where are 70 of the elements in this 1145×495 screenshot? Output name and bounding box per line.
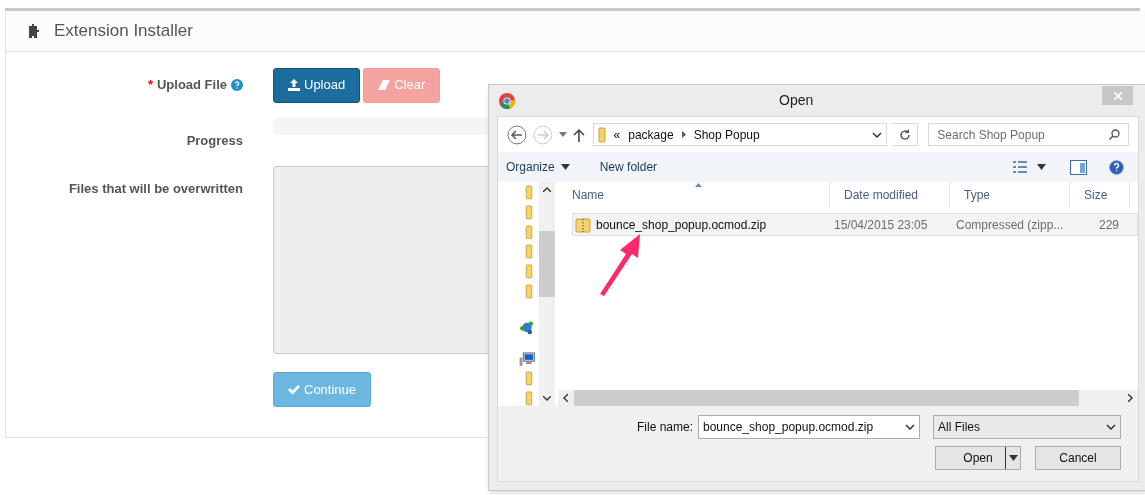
cancel-button[interactable]: Cancel	[1035, 446, 1121, 470]
chevron-icon	[905, 424, 915, 430]
folder-icon	[525, 185, 533, 200]
path-segment[interactable]: package	[628, 125, 674, 144]
folder-icon	[525, 284, 533, 299]
caret-icon	[560, 164, 570, 170]
upload-button[interactable]: Upload	[273, 67, 361, 103]
new-folder-button[interactable]: New folder	[599, 158, 658, 176]
help-icon[interactable]	[1109, 159, 1124, 175]
chevron-icon	[871, 131, 882, 138]
address-bar[interactable]: « package Shop Popup	[592, 123, 887, 146]
caret-icon	[1008, 455, 1018, 461]
browser-logo-icon	[499, 92, 515, 109]
folder-icon	[597, 126, 606, 143]
caret-icon	[1037, 164, 1046, 170]
search-field[interactable]: Search Shop Popup	[928, 123, 1129, 146]
zip-folder-icon	[575, 216, 591, 233]
path-segment[interactable]: Shop Popup	[693, 125, 760, 144]
network-icon	[519, 319, 535, 335]
view-list-icon[interactable]	[1013, 161, 1027, 173]
scroll-down-icon	[543, 396, 551, 401]
scroll-right-icon	[1128, 394, 1133, 402]
panel-title: Extension Installer	[54, 20, 193, 43]
refresh-icon[interactable]	[898, 128, 911, 141]
column-header[interactable]: Date modified	[830, 182, 950, 208]
close-button[interactable]	[1102, 86, 1133, 105]
folder-icon	[525, 224, 533, 240]
chevron-right-icon	[681, 131, 686, 138]
eraser-icon	[378, 80, 391, 90]
upload-icon	[288, 79, 300, 91]
folder-icon	[525, 204, 533, 220]
scroll-thumb[interactable]	[539, 231, 555, 297]
field-label: Files that will be overwritten	[68, 181, 243, 196]
file-name-field[interactable]: bounce_shop_popup.ocmod.zip	[698, 415, 920, 439]
caret-icon[interactable]	[558, 132, 567, 137]
chevron-icon	[1106, 424, 1116, 430]
puzzle-icon	[26, 24, 42, 38]
back-icon[interactable]	[507, 124, 527, 145]
computer-icon	[519, 351, 535, 367]
folder-icon	[525, 371, 533, 387]
check-icon	[288, 384, 300, 395]
folder-icon	[525, 244, 533, 260]
folder-icon	[525, 391, 533, 406]
field-label: Upload File	[156, 76, 227, 95]
path-segment[interactable]: «	[613, 125, 621, 144]
close-icon	[1113, 91, 1122, 100]
folder-icon	[525, 264, 533, 279]
column-header[interactable]: Name	[558, 182, 830, 208]
search-icon	[1109, 129, 1120, 140]
file-date: 15/04/2015 23:05	[833, 216, 929, 234]
organize-menu[interactable]: Organize	[506, 158, 570, 176]
file-name: bounce_shop_popup.ocmod.zip	[596, 216, 767, 234]
preview-pane-icon[interactable]	[1070, 159, 1087, 175]
required-mark: *	[147, 76, 153, 95]
open-button[interactable]: Open	[935, 446, 1021, 470]
help-icon	[231, 79, 243, 91]
file-size: 229	[1097, 216, 1119, 234]
scroll-left-icon	[563, 394, 568, 402]
scroll-up-icon	[543, 187, 551, 192]
forward-icon[interactable]	[532, 124, 553, 145]
column-header[interactable]: Size	[1070, 182, 1130, 208]
file-type-dropdown[interactable]: All Files	[933, 415, 1121, 439]
vertical-scrollbar[interactable]	[539, 182, 555, 406]
up-arrow-icon[interactable]	[572, 127, 585, 142]
dialog-title: Open	[779, 91, 814, 110]
file-name-label: File name:	[636, 419, 693, 436]
file-row[interactable]: bounce_shop_popup.ocmod.zip 15/04/2015 23:05 Compressed (zipp... 229	[572, 213, 1138, 236]
field-label: Progress	[186, 133, 243, 148]
column-header[interactable]: Type	[950, 182, 1070, 208]
file-type: Compressed (zipp...	[955, 216, 1065, 234]
